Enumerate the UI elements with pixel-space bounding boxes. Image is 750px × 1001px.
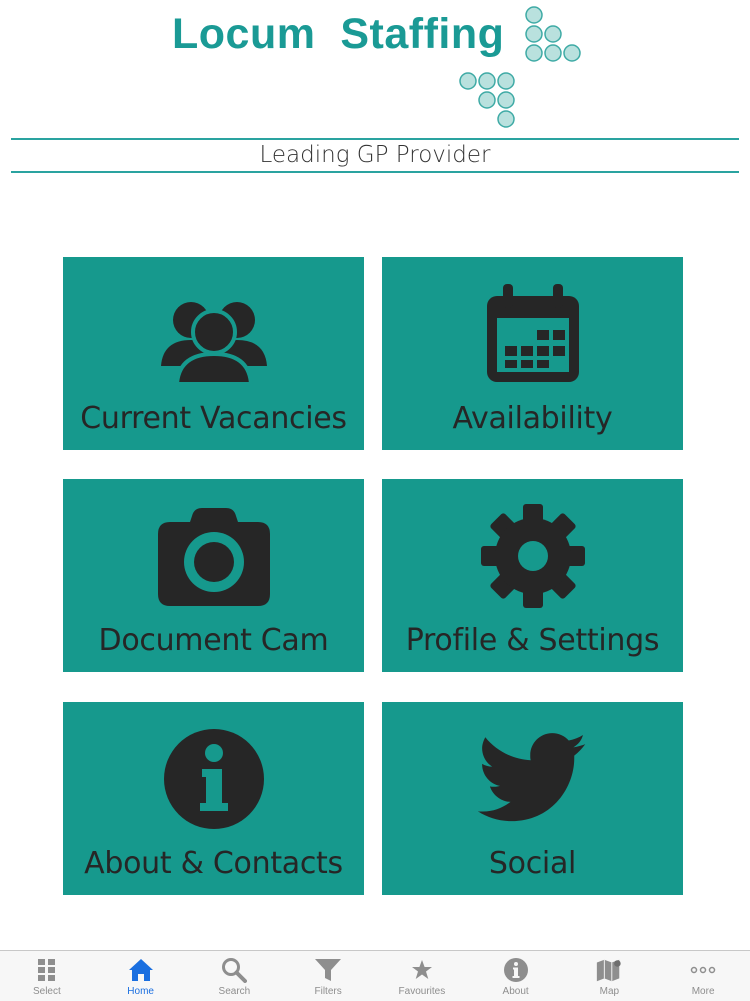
tile-label: Document Cam — [98, 623, 329, 658]
search-icon — [220, 956, 248, 984]
tab-bar: Select Home Search Filters Favourites Ab… — [0, 950, 750, 1001]
calendar-icon — [382, 279, 683, 389]
tab-label: Filters — [314, 986, 342, 997]
logo-dots-icon — [459, 6, 581, 128]
users-icon — [63, 279, 364, 389]
tile-label: Availability — [452, 401, 613, 436]
star-icon — [408, 956, 436, 984]
camera-icon — [63, 501, 364, 611]
grid-icon — [33, 956, 61, 984]
tile-label: About & Contacts — [84, 846, 343, 881]
tab-label: Map — [599, 986, 620, 997]
tab-more[interactable]: More — [656, 951, 750, 1001]
tab-search[interactable]: Search — [188, 951, 282, 1001]
header-divider-bottom — [11, 171, 739, 173]
map-icon — [595, 956, 623, 984]
gear-icon — [382, 501, 683, 611]
tab-about[interactable]: About — [469, 951, 563, 1001]
tile-label: Current Vacancies — [80, 401, 347, 436]
app-header: Locum Staffing Leading GP Provider — [0, 0, 750, 190]
tile-about-contacts[interactable]: About & Contacts — [63, 702, 364, 895]
tile-document-cam[interactable]: Document Cam — [63, 479, 364, 672]
tab-favourites[interactable]: Favourites — [375, 951, 469, 1001]
tab-label: About — [502, 986, 529, 997]
tile-social[interactable]: Social — [382, 702, 683, 895]
tile-current-vacancies[interactable]: Current Vacancies — [63, 257, 364, 450]
tab-filters[interactable]: Filters — [281, 951, 375, 1001]
tab-label: More — [691, 986, 715, 997]
tab-label: Search — [218, 986, 251, 997]
tile-profile-settings[interactable]: Profile & Settings — [382, 479, 683, 672]
tab-label: Select — [32, 986, 61, 997]
twitter-bird-icon — [382, 724, 683, 834]
info-icon — [63, 724, 364, 834]
home-icon — [127, 956, 155, 984]
tab-map[interactable]: Map — [563, 951, 657, 1001]
tile-label: Profile & Settings — [405, 623, 660, 658]
info-icon — [502, 956, 530, 984]
tab-label: Home — [127, 986, 154, 997]
tab-label: Favourites — [398, 986, 446, 997]
tile-label: Social — [488, 846, 577, 881]
tagline: Leading GP Provider — [259, 142, 491, 168]
tab-home[interactable]: Home — [94, 951, 188, 1001]
tile-availability[interactable]: Availability — [382, 257, 683, 450]
tab-select[interactable]: Select — [0, 951, 94, 1001]
filter-icon — [314, 956, 342, 984]
more-icon — [689, 956, 717, 984]
